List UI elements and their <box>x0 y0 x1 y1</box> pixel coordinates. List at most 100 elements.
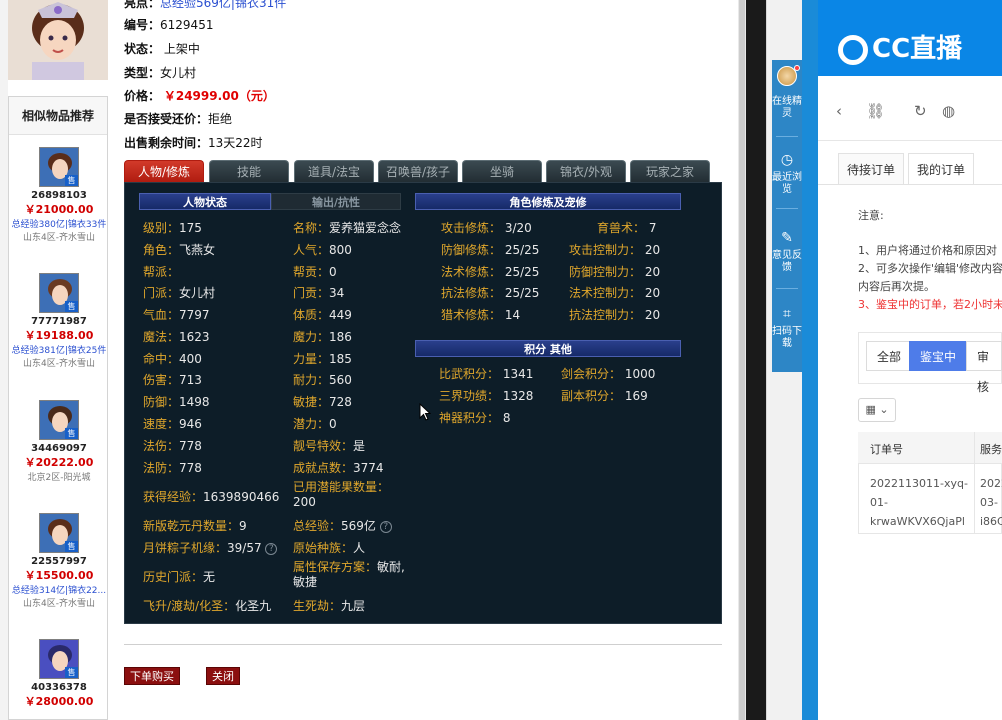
sell-badge: 售 <box>65 301 78 312</box>
similar-item[interactable]: 售 34469097 ￥20222.00 北京2区-阳光城 <box>9 400 109 483</box>
stat-mp: 魔法：1623 <box>143 330 210 344</box>
cultivation-row: 抗法控制力： 20 <box>569 308 661 322</box>
toolbar-separator <box>776 136 798 137</box>
sell-badge: 售 <box>65 428 78 439</box>
tab-underline <box>818 184 1002 185</box>
similar-item[interactable]: 售 40336378 ￥28000.00 <box>9 639 109 709</box>
cultivation-row: 攻击控制力： 20 <box>569 243 661 257</box>
stat-total-exp: 总经验：569亿 ? <box>293 517 392 534</box>
stat-level: 级别：175 <box>143 221 202 235</box>
recent-browse-button[interactable]: ◷ 最近浏览 <box>772 152 802 196</box>
stat-hp: 气血：7797 <box>143 308 210 322</box>
tab-pets[interactable]: 召唤兽/孩子 <box>378 160 458 182</box>
grid-icon: ▦ ⌄ <box>865 403 889 416</box>
order-number-line[interactable]: 01- <box>870 493 888 512</box>
stat-guild-contribution: 帮贡：0 <box>293 265 337 279</box>
remaining-time-value: 13天22时 <box>208 136 263 150</box>
stat-guild: 帮派： <box>143 265 180 279</box>
stat-school: 门派：女儿村 <box>143 286 216 300</box>
tab-items[interactable]: 道具/法宝 <box>294 160 374 182</box>
similar-item-id: 22557997 <box>31 556 87 567</box>
close-button[interactable]: 关闭 <box>206 667 240 685</box>
price-row: 价格： ￥24999.00（元） <box>124 87 275 104</box>
similar-item-thumbnail[interactable]: 售 <box>39 639 79 679</box>
stat-achievement: 成就点数：3774 <box>293 461 384 475</box>
buy-button[interactable]: 下单购买 <box>124 667 180 685</box>
cultivation-header: 角色修炼及宠修 <box>415 193 681 210</box>
similar-item-id: 77771987 <box>31 316 87 327</box>
similar-item-server: 山东4区-齐水雪山 <box>23 359 95 369</box>
stat-defense: 防御：1498 <box>143 395 210 409</box>
counter-offer-label: 是否接受还价： <box>124 112 209 126</box>
scan-icon: ⌗ <box>783 306 791 322</box>
stat-strength: 力量：185 <box>293 352 352 366</box>
notice-line-warning: 3、鉴宝中的订单，若2小时未 <box>858 298 1002 311</box>
similar-item-thumbnail[interactable]: 售 <box>39 400 79 440</box>
scan-download-button[interactable]: ⌗ 扫码下载 <box>772 306 802 350</box>
notice-line: 内容后再次提。 <box>858 280 935 293</box>
refresh-icon[interactable]: ↻ <box>914 102 927 120</box>
tab-skills[interactable]: 技能 <box>209 160 289 182</box>
stat-popularity: 人气：800 <box>293 243 352 257</box>
tab-outfits[interactable]: 锦衣/外观 <box>546 160 626 182</box>
subtab-character-status[interactable]: 人物状态 <box>139 193 271 210</box>
notification-dot <box>794 65 800 71</box>
stat-qianyuan: 新版乾元丹数量：9 <box>143 519 247 533</box>
column-header-service: 服务 <box>980 443 1002 456</box>
feedback-button[interactable]: ✎ 意见反馈 <box>772 230 802 274</box>
highlight-row: 亮点：总经验569亿|锦衣31件 <box>124 0 286 11</box>
filter-all-button[interactable]: 全部 <box>866 341 913 371</box>
back-icon[interactable]: ‹ <box>836 102 842 120</box>
tab-character[interactable]: 人物/修炼 <box>124 160 204 182</box>
points-row: 副本积分： 169 <box>561 389 648 403</box>
cultivation-row: 防御修炼： 25/25 <box>441 243 540 257</box>
online-assistant-button[interactable]: 在线精灵 <box>772 96 802 120</box>
link-icon[interactable]: ⛓ <box>866 102 885 120</box>
cultivation-row: 法术修炼： 25/25 <box>441 265 540 279</box>
filter-review-button[interactable]: 审核 <box>966 341 1002 394</box>
similar-item-server: 山东4区-齐水雪山 <box>23 599 95 609</box>
counter-offer-row: 是否接受还价：拒绝 <box>124 110 232 127</box>
subtab-output-resist[interactable]: 输出/抗性 <box>271 193 401 210</box>
sell-badge: 售 <box>65 175 78 186</box>
tab-home[interactable]: 玩家之家 <box>630 160 710 182</box>
stat-magic-defense: 法防：778 <box>143 461 202 475</box>
stat-original-race: 原始种族：人 <box>293 541 366 555</box>
filter-appraising-button[interactable]: 鉴宝中 <box>909 341 968 371</box>
stat-potential-fruits: 已用潜能果数量： 200 <box>293 480 390 509</box>
help-icon[interactable]: ? <box>265 542 278 555</box>
notice-title: 注意: <box>858 209 884 222</box>
browser-nav: ‹ ⛓ ↻ ◍ <box>830 102 1002 124</box>
type-value: 女儿村 <box>160 66 197 80</box>
similar-item-thumbnail[interactable]: 售 <box>39 147 79 187</box>
cultivation-row: 育兽术： 7 <box>597 221 657 235</box>
tab-pending-orders[interactable]: 待接订单 <box>838 153 905 185</box>
similar-item[interactable]: 售 22557997 ￥15500.00 总经验314亿|锦衣22... 山东4… <box>9 513 109 609</box>
sell-badge: 售 <box>65 541 78 552</box>
points-row: 剑会积分： 1000 <box>561 367 656 381</box>
price-value: ￥24999.00（元） <box>163 89 275 103</box>
stat-attr-scheme: 属性保存方案：敏耐,敏捷 <box>293 560 405 589</box>
order-number-line[interactable]: krwaWKVX6QjaPl <box>870 512 970 531</box>
toolbar-separator <box>776 208 798 209</box>
cultivation-row: 抗法修炼： 25/25 <box>441 286 540 300</box>
stat-history-school: 历史门派：无 <box>143 570 216 584</box>
tab-mounts[interactable]: 坐骑 <box>462 160 542 182</box>
status-row: 状态： 上架中 <box>124 40 200 57</box>
similar-item-thumbnail[interactable]: 售 <box>39 273 79 313</box>
service-cell-line: 03- <box>980 496 998 509</box>
similar-item[interactable]: 售 26898103 ￥21000.00 总经验380亿|锦衣33件 山东4区-… <box>9 147 109 243</box>
column-divider <box>974 432 975 534</box>
similar-item[interactable]: 售 77771987 ￥19188.00 总经验381亿|锦衣25件 山东4区-… <box>9 273 109 369</box>
highlight-value: 总经验569亿|锦衣31件 <box>160 0 287 10</box>
status-value: 上架中 <box>163 42 200 56</box>
similar-item-thumbnail[interactable]: 售 <box>39 513 79 553</box>
order-number-line[interactable]: 2022113011-xyq- <box>870 474 968 493</box>
globe-icon[interactable]: ◍ <box>942 102 955 120</box>
help-icon[interactable]: ? <box>379 520 392 533</box>
page-scrollbar-thumb[interactable] <box>739 0 745 720</box>
tab-my-orders[interactable]: 我的订单 <box>908 153 975 185</box>
similar-items-title: 相似物品推荐 <box>9 97 107 135</box>
clock-icon: ◷ <box>780 152 794 168</box>
column-settings-button[interactable]: ▦ ⌄ <box>858 398 896 422</box>
